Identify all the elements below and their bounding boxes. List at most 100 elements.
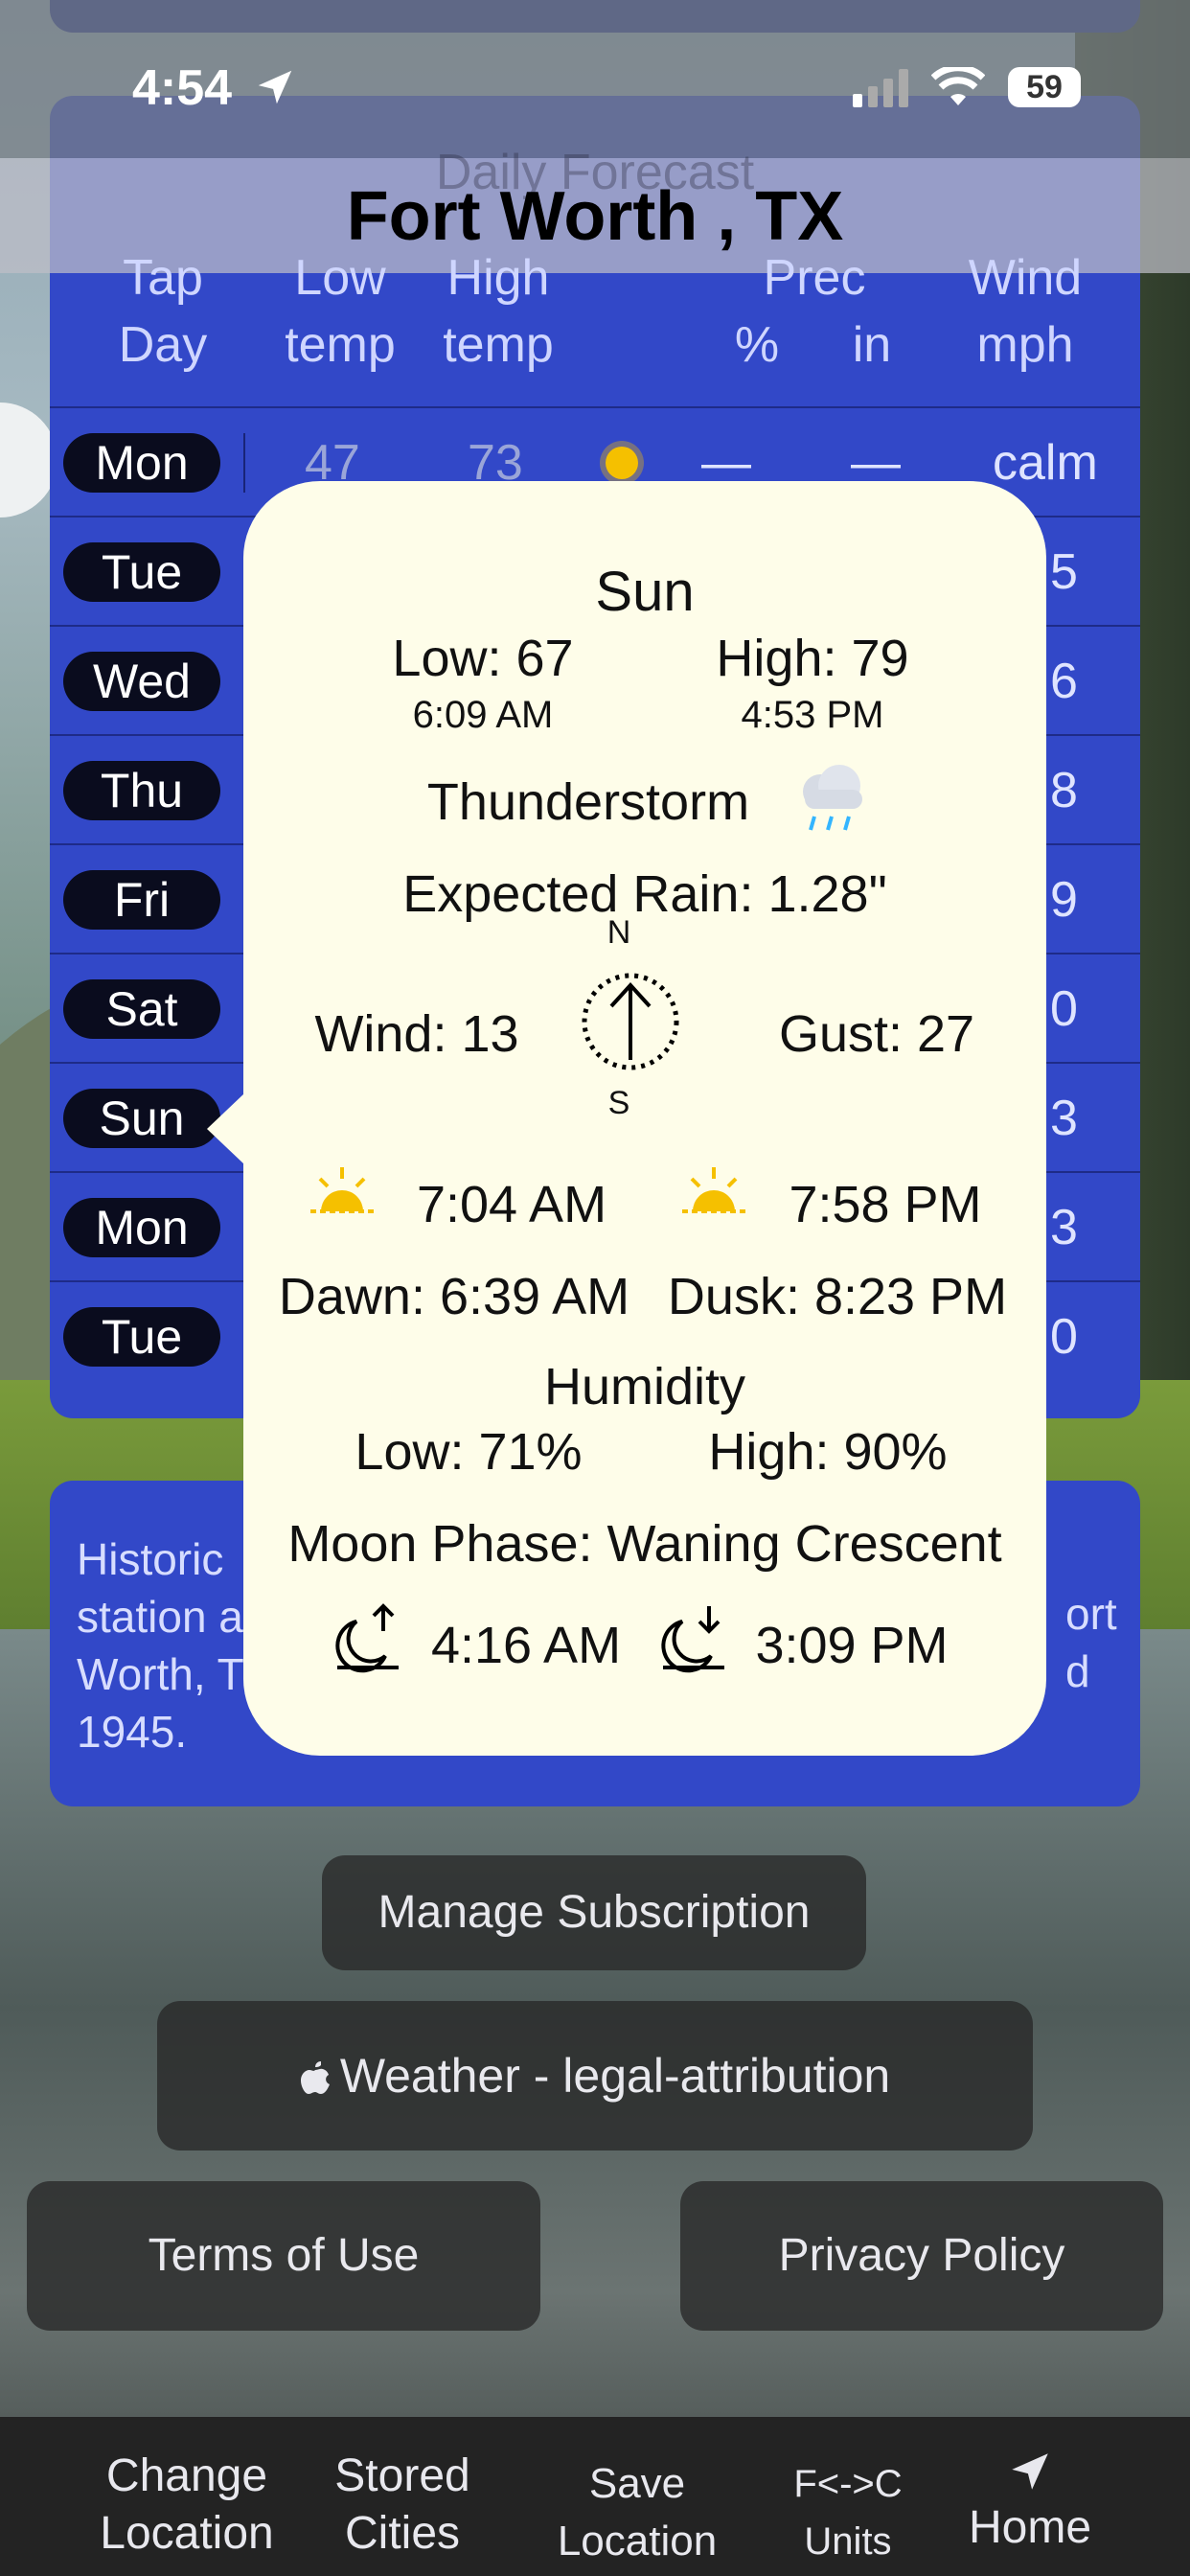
col-head-low-2: temp: [285, 317, 396, 373]
wind-compass-icon: [582, 973, 679, 1070]
humidity-low: Low: 71%: [355, 1423, 583, 1481]
battery-level: 59: [1026, 69, 1063, 105]
day-button-thu[interactable]: Thu: [63, 761, 220, 820]
col-head-prec-in: in: [852, 317, 892, 373]
cell-wind: 9: [1050, 872, 1078, 928]
moon-phase: Moon Phase: Waning Crescent: [287, 1515, 1002, 1573]
col-head-wind-2: mph: [976, 317, 1074, 373]
tab-label: Units: [804, 2520, 892, 2563]
tab-label: Change: [105, 2450, 268, 2501]
moonrise-icon: [335, 1603, 399, 1673]
day-button-fri[interactable]: Fri: [63, 870, 220, 930]
moonset-icon: [661, 1606, 724, 1673]
location-arrow-icon: [1012, 2453, 1048, 2490]
history-line: 1945.: [77, 1707, 188, 1757]
privacy-policy-label: Privacy Policy: [778, 2230, 1065, 2281]
col-head-wind: Wind mph: [958, 244, 1092, 379]
col-head-prec-pct: %: [734, 317, 780, 373]
col-head-high-1: High: [446, 250, 550, 306]
popup-moonset: 3:09 PM: [755, 1617, 949, 1674]
col-head-low: Low temp: [273, 244, 407, 379]
history-line: ort: [1065, 1589, 1117, 1639]
tab-label: Location: [557, 2518, 718, 2564]
tab-label: Stored: [334, 2450, 470, 2501]
popup-rain: Expected Rain: 1.28": [402, 865, 887, 923]
terms-of-use-button[interactable]: Terms of Use: [27, 2181, 540, 2331]
popup-sunset: 7:58 PM: [789, 1176, 982, 1233]
sunset-icon: [682, 1167, 745, 1213]
day-button-tue[interactable]: Tue: [63, 542, 220, 602]
cell-wind: 8: [1050, 763, 1078, 818]
popup-dawn: Dawn: 6:39 AM: [278, 1268, 630, 1325]
tab-stored-cities[interactable]: Stored Cities: [307, 2448, 498, 2563]
history-line: station a: [77, 1592, 243, 1642]
popup-day: Sun: [595, 561, 695, 623]
tab-label: Home: [968, 2502, 1092, 2553]
popup-gust: Gust: 27: [778, 1005, 975, 1063]
tab-change-location[interactable]: Change Location: [67, 2448, 307, 2563]
manage-subscription-button[interactable]: Manage Subscription: [322, 1855, 866, 1970]
location-arrow-icon: [258, 70, 292, 104]
wifi-icon: [931, 67, 985, 105]
day-button-mon-next[interactable]: Mon: [63, 1198, 220, 1257]
day-detail-popup[interactable]: Sun Low: 67 6:09 AM High: 79 4:53 PM Thu…: [243, 481, 1046, 1756]
popup-high-time: 4:53 PM: [741, 694, 884, 736]
compass-n-label: N: [606, 914, 631, 951]
cell-wind: calm: [993, 435, 1098, 491]
col-head-day-2: Day: [118, 317, 208, 373]
humidity-title: Humidity: [543, 1358, 746, 1415]
signal-icon: [853, 69, 908, 107]
popup-wind: Wind: 13: [314, 1005, 519, 1063]
humidity-high: High: 90%: [708, 1423, 948, 1481]
terms-of-use-label: Terms of Use: [148, 2230, 420, 2281]
popup-high: High: 79: [716, 630, 909, 687]
day-button-sat[interactable]: Sat: [63, 979, 220, 1039]
sunrise-icon: [310, 1167, 374, 1213]
popup-sunrise: 7:04 AM: [416, 1176, 607, 1233]
col-head-day-1: Tap: [123, 250, 203, 306]
popup-dusk: Dusk: 8:23 PM: [667, 1268, 1008, 1325]
tab-label: Location: [100, 2508, 274, 2559]
battery-indicator: 59: [1008, 67, 1081, 107]
manage-subscription-label: Manage Subscription: [378, 1887, 811, 1938]
column-divider: [243, 433, 245, 493]
legal-attribution-label: Weather - legal-attribution: [339, 2049, 891, 2103]
history-line: Worth, T: [77, 1649, 244, 1699]
legal-attribution-button[interactable]: Weather - legal-attribution: [157, 2001, 1033, 2150]
popup-low-time: 6:09 AM: [412, 694, 554, 736]
compass-s-label: S: [607, 1085, 630, 1121]
col-head-high: High temp: [431, 244, 565, 379]
popup-condition: Thunderstorm: [426, 773, 750, 831]
cell-wind: 3: [1050, 1200, 1078, 1255]
tab-label: F<->C: [793, 2463, 903, 2505]
history-line: d: [1065, 1646, 1090, 1696]
thunderstorm-icon: [803, 765, 862, 831]
col-head-wind-1: Wind: [968, 250, 1083, 306]
tab-save-location[interactable]: Save Location: [527, 2455, 747, 2570]
cell-wind: 3: [1050, 1091, 1078, 1146]
cell-wind: 0: [1050, 1309, 1078, 1365]
apple-logo-icon: [300, 2061, 330, 2094]
tab-home[interactable]: Home: [949, 2448, 1111, 2557]
tab-units[interactable]: F<->C Units: [767, 2455, 929, 2570]
status-time: 4:54: [132, 60, 233, 116]
col-head-high-2: temp: [443, 317, 554, 373]
cell-wind: 6: [1050, 654, 1078, 709]
col-head-prec: Prec: [719, 244, 910, 311]
day-button-sun[interactable]: Sun: [63, 1089, 220, 1148]
tab-label: Save: [588, 2460, 686, 2507]
day-button-tue-next[interactable]: Tue: [63, 1307, 220, 1367]
cell-wind: 0: [1050, 981, 1078, 1037]
day-button-wed[interactable]: Wed: [63, 652, 220, 711]
popup-moonrise: 4:16 AM: [430, 1617, 622, 1674]
bottom-tab-bar: Change Location Stored Cities Save Locat…: [0, 2417, 1190, 2576]
day-button-mon[interactable]: Mon: [63, 433, 220, 493]
privacy-policy-button[interactable]: Privacy Policy: [680, 2181, 1163, 2331]
popup-pointer: [207, 1092, 245, 1165]
col-head-prec-1: Prec: [763, 250, 866, 306]
status-bar: 4:54 59: [0, 0, 1190, 158]
history-line: Historic: [77, 1534, 224, 1584]
popup-low: Low: 67: [392, 630, 574, 687]
col-head-low-1: Low: [294, 250, 386, 306]
row-divider: [50, 406, 1140, 408]
